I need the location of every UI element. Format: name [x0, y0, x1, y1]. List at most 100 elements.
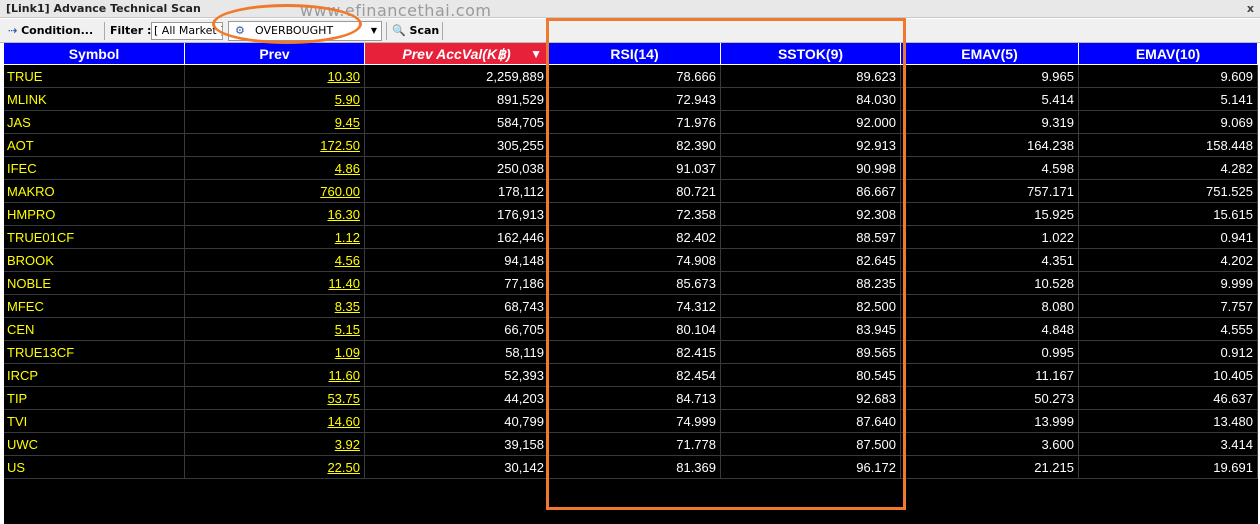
- cell-rsi: 74.999: [549, 410, 721, 433]
- cell-symbol: MLINK: [4, 88, 185, 111]
- table-row[interactable]: AOT 172.50 305,255 82.390 92.913 164.238 158.4…: [4, 134, 1258, 157]
- cell-emav5: 8.080: [901, 295, 1079, 318]
- cell-emav10: 9.999: [1079, 272, 1258, 295]
- toolbar: ⇢ Condition... Filter : [ All Market ] ⚙…: [0, 19, 1260, 43]
- cell-emav10: 0.941: [1079, 226, 1258, 249]
- prev-price-link[interactable]: 9.45: [335, 115, 360, 130]
- filter-market-select[interactable]: [ All Market ]: [151, 22, 223, 40]
- cell-sstok: 92.308: [721, 203, 901, 226]
- table-row[interactable]: MLINK 5.90 891,529 72.943 84.030 5.414 5.141: [4, 88, 1258, 111]
- table-row[interactable]: US 22.50 30,142 81.369 96.172 21.215 19.691: [4, 456, 1258, 479]
- prev-price-link[interactable]: 4.56: [335, 253, 360, 268]
- table-row[interactable]: CEN 5.15 66,705 80.104 83.945 4.848 4.555: [4, 318, 1258, 341]
- prev-price-link[interactable]: 760.00: [320, 184, 360, 199]
- prev-price-link[interactable]: 10.30: [327, 69, 360, 84]
- cell-emav10: 9.069: [1079, 111, 1258, 134]
- prev-price-link[interactable]: 1.09: [335, 345, 360, 360]
- cell-rsi: 71.976: [549, 111, 721, 134]
- prev-price-link[interactable]: 1.12: [335, 230, 360, 245]
- window-titlebar: [Link1] Advance Technical Scan x: [0, 0, 1260, 18]
- cell-emav5: 11.167: [901, 364, 1079, 387]
- column-header-prev-accval[interactable]: Prev AccVal(K฿) ▼: [365, 43, 549, 65]
- filter-label: Filter :: [110, 24, 152, 37]
- cell-prev: 3.92: [185, 433, 365, 456]
- cell-emav5: 5.414: [901, 88, 1079, 111]
- watermark: www.efinancethai.com: [300, 1, 492, 20]
- table-row[interactable]: MFEC 8.35 68,743 74.312 82.500 8.080 7.757: [4, 295, 1258, 318]
- table-row[interactable]: TRUE01CF 1.12 162,446 82.402 88.597 1.022 0.94…: [4, 226, 1258, 249]
- cell-prev-accval: 2,259,889: [365, 65, 549, 88]
- table-row[interactable]: NOBLE 11.40 77,186 85.673 88.235 10.528 9.999: [4, 272, 1258, 295]
- cell-prev-accval: 162,446: [365, 226, 549, 249]
- cell-rsi: 78.666: [549, 65, 721, 88]
- cell-emav5: 15.925: [901, 203, 1079, 226]
- toolbar-divider: [442, 22, 443, 40]
- cell-sstok: 87.640: [721, 410, 901, 433]
- cell-sstok: 96.172: [721, 456, 901, 479]
- table-row[interactable]: TIP 53.75 44,203 84.713 92.683 50.273 46.637: [4, 387, 1258, 410]
- cell-emav5: 0.995: [901, 341, 1079, 364]
- table-row[interactable]: MAKRO 760.00 178,112 80.721 86.667 757.171 751…: [4, 180, 1258, 203]
- prev-price-link[interactable]: 5.90: [335, 92, 360, 107]
- prev-price-link[interactable]: 5.15: [335, 322, 360, 337]
- prev-price-link[interactable]: 14.60: [327, 414, 360, 429]
- prev-price-link[interactable]: 4.86: [335, 161, 360, 176]
- cell-sstok: 82.500: [721, 295, 901, 318]
- prev-price-link[interactable]: 53.75: [327, 391, 360, 406]
- column-header-sstok[interactable]: SSTOK(9): [721, 43, 901, 65]
- chevron-down-icon[interactable]: ▼: [367, 22, 381, 40]
- cell-sstok: 89.623: [721, 65, 901, 88]
- cell-symbol: JAS: [4, 111, 185, 134]
- cell-emav5: 757.171: [901, 180, 1079, 203]
- grid-body: TRUE 10.30 2,259,889 78.666 89.623 9.965 9.609…: [4, 65, 1258, 479]
- prev-price-link[interactable]: 16.30: [327, 207, 360, 222]
- prev-price-link[interactable]: 172.50: [320, 138, 360, 153]
- cell-symbol: IFEC: [4, 157, 185, 180]
- table-row[interactable]: IRCP 11.60 52,393 82.454 80.545 11.167 10.405: [4, 364, 1258, 387]
- table-row[interactable]: TVI 14.60 40,799 74.999 87.640 13.999 13.480: [4, 410, 1258, 433]
- scan-type-icon: ⚙: [235, 24, 245, 37]
- column-header-symbol[interactable]: Symbol: [4, 43, 185, 65]
- table-row[interactable]: BROOK 4.56 94,148 74.908 82.645 4.351 4.202: [4, 249, 1258, 272]
- cell-prev: 4.56: [185, 249, 365, 272]
- column-header-rsi[interactable]: RSI(14): [549, 43, 721, 65]
- prev-price-link[interactable]: 8.35: [335, 299, 360, 314]
- cell-rsi: 82.415: [549, 341, 721, 364]
- column-header-emav10[interactable]: EMAV(10): [1079, 43, 1258, 65]
- cell-emav10: 158.448: [1079, 134, 1258, 157]
- cell-emav10: 9.609: [1079, 65, 1258, 88]
- cell-prev: 11.60: [185, 364, 365, 387]
- table-row[interactable]: HMPRO 16.30 176,913 72.358 92.308 15.925 15.61…: [4, 203, 1258, 226]
- close-icon[interactable]: x: [1247, 0, 1254, 18]
- cell-emav10: 15.615: [1079, 203, 1258, 226]
- cell-emav5: 9.965: [901, 65, 1079, 88]
- column-header-emav5[interactable]: EMAV(5): [901, 43, 1079, 65]
- cell-prev-accval: 66,705: [365, 318, 549, 341]
- cell-symbol: TVI: [4, 410, 185, 433]
- cell-prev-accval: 44,203: [365, 387, 549, 410]
- table-row[interactable]: IFEC 4.86 250,038 91.037 90.998 4.598 4.282: [4, 157, 1258, 180]
- scan-type-dropdown[interactable]: ⚙ OVERBOUGHT ▼: [228, 21, 382, 41]
- cell-emav5: 164.238: [901, 134, 1079, 157]
- condition-button[interactable]: ⇢ Condition...: [8, 22, 93, 40]
- table-row[interactable]: TRUE13CF 1.09 58,119 82.415 89.565 0.995 0.912: [4, 341, 1258, 364]
- prev-price-link[interactable]: 22.50: [327, 460, 360, 475]
- prev-price-link[interactable]: 3.92: [335, 437, 360, 452]
- cell-symbol: NOBLE: [4, 272, 185, 295]
- cell-sstok: 92.000: [721, 111, 901, 134]
- table-row[interactable]: JAS 9.45 584,705 71.976 92.000 9.319 9.069: [4, 111, 1258, 134]
- prev-price-link[interactable]: 11.40: [328, 276, 360, 291]
- cell-emav5: 4.848: [901, 318, 1079, 341]
- prev-price-link[interactable]: 11.60: [328, 368, 360, 383]
- cell-prev-accval: 250,038: [365, 157, 549, 180]
- cell-symbol: TIP: [4, 387, 185, 410]
- scan-button[interactable]: 🔍 Scan: [392, 22, 439, 40]
- table-row[interactable]: UWC 3.92 39,158 71.778 87.500 3.600 3.414: [4, 433, 1258, 456]
- cell-emav10: 7.757: [1079, 295, 1258, 318]
- table-row[interactable]: TRUE 10.30 2,259,889 78.666 89.623 9.965 9.609: [4, 65, 1258, 88]
- cell-rsi: 84.713: [549, 387, 721, 410]
- cell-emav5: 13.999: [901, 410, 1079, 433]
- cell-sstok: 86.667: [721, 180, 901, 203]
- column-header-prev[interactable]: Prev: [185, 43, 365, 65]
- cell-prev-accval: 305,255: [365, 134, 549, 157]
